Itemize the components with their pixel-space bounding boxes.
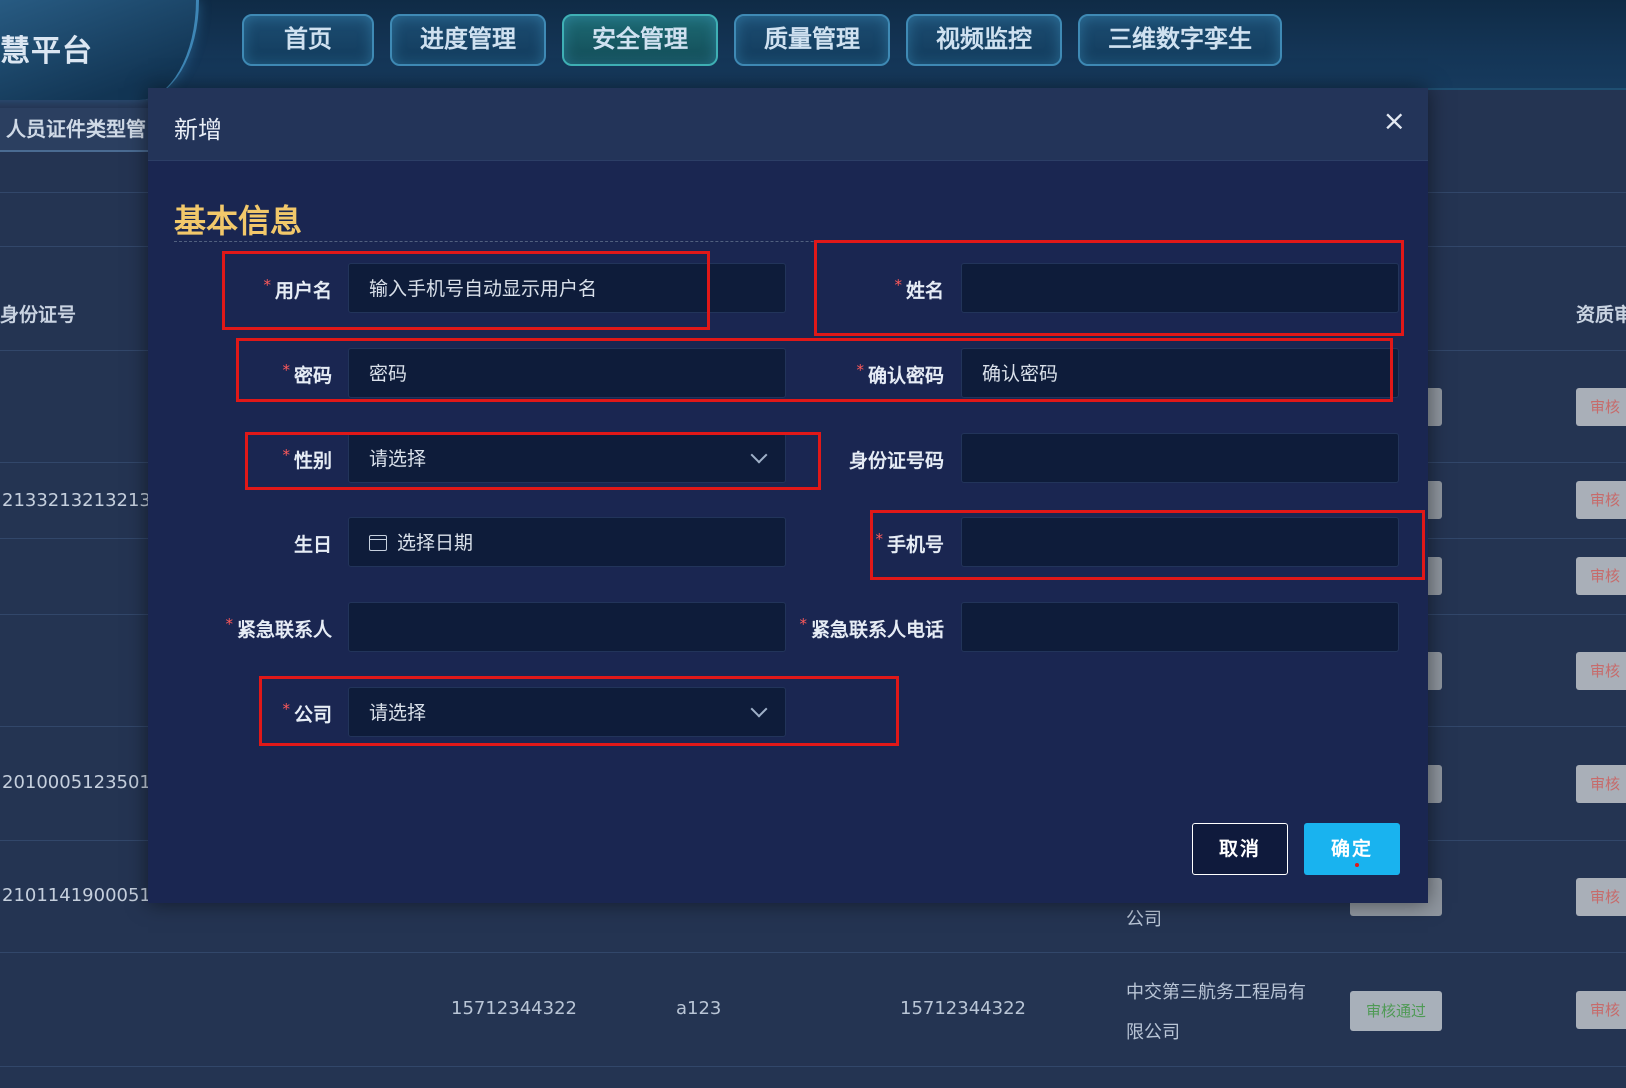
row-divider: [0, 1066, 1626, 1067]
platform-logo: 慧平台: [0, 0, 199, 100]
required-star: *: [799, 615, 807, 633]
required-star: *: [856, 361, 864, 379]
emergency-phone-input[interactable]: [961, 602, 1399, 652]
table-cell-id: 21332132132132: [2, 490, 163, 511]
username-label: * 用户名: [263, 276, 332, 302]
table-cell-id: 21011419000516: [2, 885, 163, 906]
dialog-header: 新增 ×: [148, 88, 1428, 161]
emergency-contact-label: * 紧急联系人: [225, 615, 332, 641]
nav-quality[interactable]: 质量管理: [734, 14, 890, 66]
emergency-phone-label: * 紧急联系人电话: [799, 615, 944, 641]
review-button[interactable]: 审核: [1576, 652, 1626, 690]
platform-logo-text: 慧平台: [0, 34, 93, 69]
password-label: * 密码: [282, 361, 332, 387]
review-button[interactable]: 审核: [1576, 878, 1626, 916]
table-cell-company: 中交第三航务工程局有: [1126, 982, 1306, 1003]
required-star: *: [282, 446, 290, 464]
username-input[interactable]: 输入手机号自动显示用户名: [348, 263, 786, 313]
review-button[interactable]: 审核: [1576, 481, 1626, 519]
password-input[interactable]: 密码: [348, 348, 786, 398]
company-label: * 公司: [282, 700, 332, 726]
review-button[interactable]: 审核: [1576, 765, 1626, 803]
required-star: *: [875, 530, 883, 548]
table-cell-phone: 15712344322: [451, 998, 577, 1019]
add-dialog: 新增 × 基本信息 * 用户名 输入手机号自动显示用户名 * 姓名 * 密码 密码 *…: [148, 88, 1428, 903]
table-cell-company: 公司: [1126, 909, 1162, 930]
required-star: *: [282, 361, 290, 379]
name-input[interactable]: [961, 263, 1399, 313]
table-header-id-number: 身份证号: [0, 304, 77, 326]
review-button[interactable]: 审核: [1576, 557, 1626, 595]
phone-input[interactable]: [961, 517, 1399, 567]
cancel-button[interactable]: 取消: [1192, 823, 1288, 875]
nav-home[interactable]: 首页: [242, 14, 374, 66]
chevron-down-icon: [750, 446, 768, 464]
row-divider: [0, 952, 1626, 953]
table-cell-company: 限公司: [1126, 1022, 1180, 1043]
breadcrumb-tab[interactable]: 人员证件类型管: [0, 108, 156, 152]
dialog-title: 新增: [174, 116, 222, 144]
confirm-password-label: * 确认密码: [856, 361, 944, 387]
close-icon[interactable]: ×: [1383, 106, 1406, 136]
emergency-contact-input[interactable]: [348, 602, 786, 652]
birthday-date-picker[interactable]: 选择日期: [348, 517, 786, 567]
section-divider: [174, 241, 974, 242]
id-number-input[interactable]: [961, 433, 1399, 483]
main-nav: 首页 进度管理 安全管理 质量管理 视频监控 三维数字孪生: [242, 14, 1282, 66]
top-bar: 慧平台 首页 进度管理 安全管理 质量管理 视频监控 三维数字孪生: [0, 0, 1626, 100]
phone-label: * 手机号: [875, 530, 944, 556]
table-cell-phone: 15712344322: [900, 998, 1026, 1019]
nav-progress[interactable]: 进度管理: [390, 14, 546, 66]
table-cell-username: a123: [676, 998, 722, 1019]
id-number-label: 身份证号码: [848, 450, 944, 472]
nav-digital-twin[interactable]: 三维数字孪生: [1078, 14, 1282, 66]
nav-video[interactable]: 视频监控: [906, 14, 1062, 66]
required-star: *: [225, 615, 233, 633]
required-star: *: [263, 276, 271, 294]
required-star: *: [894, 276, 902, 294]
calendar-icon: [369, 535, 387, 551]
table-header-qualification: 资质审: [1576, 304, 1626, 326]
status-badge-approved: 审核通过: [1350, 991, 1442, 1031]
table-cell-id: 20100051235012: [2, 772, 163, 793]
gender-label: * 性别: [282, 446, 332, 472]
company-select[interactable]: 请选择: [348, 687, 786, 737]
required-star: *: [282, 700, 290, 718]
review-button[interactable]: 审核: [1576, 388, 1626, 426]
annotation-dot: [1355, 863, 1359, 867]
nav-safety[interactable]: 安全管理: [562, 14, 718, 66]
gender-select[interactable]: 请选择: [348, 433, 786, 483]
review-button[interactable]: 审核: [1576, 991, 1626, 1029]
chevron-down-icon: [750, 700, 768, 718]
name-label: * 姓名: [894, 276, 944, 302]
confirm-password-input[interactable]: 确认密码: [961, 348, 1399, 398]
confirm-button[interactable]: 确定: [1304, 823, 1400, 875]
birthday-label: 生日: [293, 534, 332, 556]
section-title: 基本信息: [174, 202, 303, 240]
